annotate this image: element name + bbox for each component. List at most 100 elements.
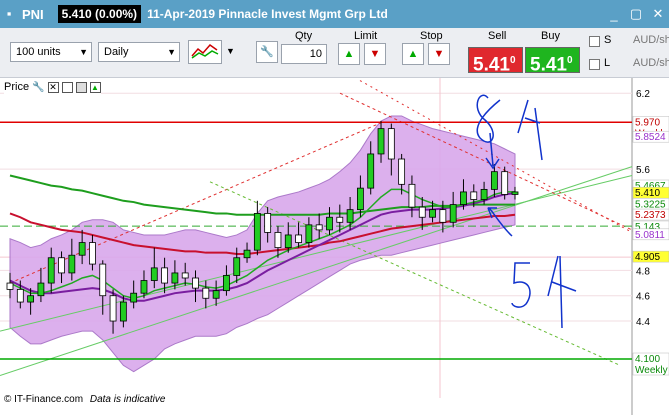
candle-body [470,191,478,200]
level-label: 5.0811 [635,230,665,241]
price-panel-label: Price [4,81,30,93]
limit-buy-icon[interactable]: ▲ [338,43,360,65]
level-label: 5.3225 [635,199,666,210]
units-select[interactable]: 100 units ▼ [10,42,92,62]
y-tick-label: 5.6 [636,165,650,176]
candle-body [346,209,354,223]
candle-body [439,209,447,223]
candle-body [501,171,509,195]
candle-body [171,272,179,284]
stop-buy-icon[interactable]: ▲ [402,43,424,65]
restore-panel-icon[interactable] [61,81,73,93]
maximize-panel-icon[interactable] [75,81,87,93]
candle-body [78,242,86,256]
y-tick-label: 4.6 [636,292,650,303]
candle-body [336,216,344,223]
candle-body [150,267,158,281]
candle-body [6,282,14,290]
candle-body [480,188,488,200]
candle-body [37,282,45,297]
candle-body [408,183,416,208]
candle-body [449,204,457,223]
chart-type-icon[interactable] [188,40,222,64]
symbol-label: PNI [22,6,44,22]
candle-body [315,224,323,231]
chevron-down-icon: ▼ [167,47,176,57]
candle-body [274,232,282,249]
candle-body [27,295,35,303]
candle-body [264,213,272,233]
title-bar: ▪ PNI 5.410 (0.00%) 11-Apr-2019 Pinnacle… [0,0,669,28]
period-select[interactable]: Daily ▼ [98,42,180,62]
level-label: 4.100 [635,354,660,365]
y-tick-label: 4.4 [636,317,650,328]
chevron-down-icon[interactable]: ▼ [226,46,235,56]
candle-body [398,158,406,185]
s-label: S [604,34,612,46]
close-panel-icon[interactable]: ✕ [47,81,59,93]
s-checkbox[interactable] [589,36,600,47]
maximize-window-icon[interactable]: ▢ [625,6,647,22]
candle-body [295,234,302,243]
buy-price-sup: 0 [566,55,573,66]
minimize-icon[interactable]: ▪ [2,6,16,21]
candle-body [119,301,127,322]
limit-label: Limit [354,30,378,42]
minimize-window-icon[interactable]: _ [603,7,625,22]
last-price-badge: 5.410 (0.00%) [57,5,142,23]
stop-sell-icon[interactable]: ▼ [428,43,450,65]
up-arrow-icon[interactable]: ▲ [89,81,101,93]
period-select-value: Daily [104,46,129,58]
price-chart-panel[interactable]: 6.25.64.84.64.45.970Weekly5.85245.46675.… [0,78,669,415]
sell-price: 5.41 [473,54,510,76]
l-label: L [604,57,611,69]
limit-sell-icon[interactable]: ▼ [364,43,386,65]
candle-body [511,191,519,195]
buy-button[interactable]: 5.410 [525,47,580,75]
sell-label: Sell [488,30,507,42]
window-title: 11-Apr-2019 Pinnacle Invest Mgmt Grp Ltd [147,7,388,21]
chart-header: Price 🔧 ✕ ▲ [4,80,101,94]
sell-price-sup: 0 [509,55,516,66]
y-tick-label: 6.2 [636,89,650,100]
candle-body [58,257,65,274]
candle-body [89,242,96,265]
buy-label: Buy [541,30,560,42]
candle-body [140,280,148,294]
candle-body [16,288,24,303]
candle-body [181,272,189,279]
candle-body [305,224,313,243]
sell-button[interactable]: 5.410 [468,47,523,76]
chevron-down-icon: ▼ [79,47,88,57]
candle-body [460,191,467,205]
level-label: 5.8524 [635,132,666,143]
qty-label: Qty [295,30,313,42]
candle-body [99,263,107,297]
candle-body [387,128,395,160]
wrench-icon[interactable]: 🔧 [256,41,278,63]
footer: © IT-Finance.com Data is indicative [4,394,165,405]
candle-body [367,153,375,189]
candle-body [490,171,498,190]
units-select-value: 100 units [16,46,61,58]
stop-label: Stop [420,30,443,42]
candle-body [243,249,251,259]
candle-body [233,257,241,276]
candle-body [202,287,210,299]
wrench-icon[interactable]: 🔧 [32,82,44,93]
level-label: 5.410 [635,188,660,199]
copyright-text: © IT-Finance.com [4,394,84,405]
level-sublabel: Weekly [635,365,668,376]
close-window-icon[interactable]: ✕ [647,6,669,22]
data-indicative-note: Data is indicative [89,394,166,405]
candle-body [284,234,292,249]
l-checkbox[interactable] [589,59,600,70]
candle-body [326,216,333,231]
currency-label-bottom: AUD/sh [633,57,669,69]
y-tick-label: 4.8 [636,266,650,277]
price-chart[interactable]: 6.25.64.84.64.45.970Weekly5.85245.46675.… [0,78,669,415]
candle-body [253,213,261,251]
currency-label-top: AUD/sh [633,34,669,46]
qty-input[interactable]: 10 [281,44,327,64]
candle-body [130,292,138,303]
